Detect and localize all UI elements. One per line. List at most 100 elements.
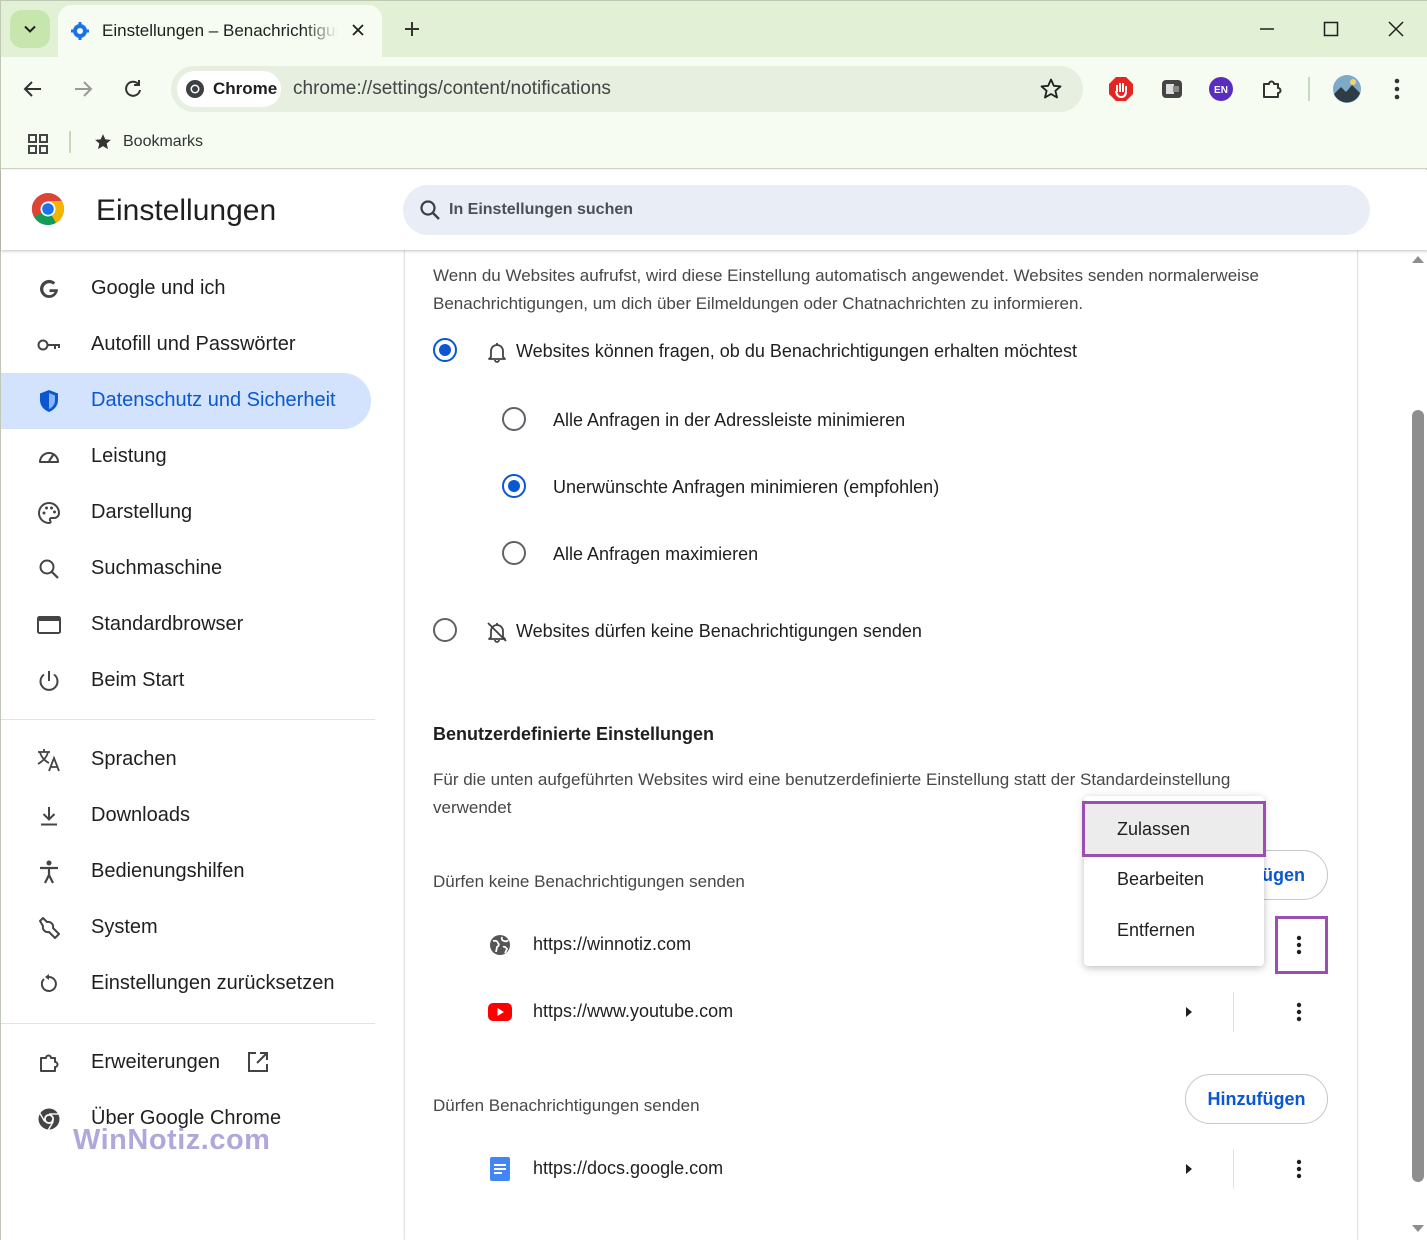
menu-item-edit[interactable]: Bearbeiten: [1084, 854, 1264, 904]
google-docs-icon: [488, 1157, 512, 1181]
scroll-up-arrow-icon[interactable]: [1412, 256, 1424, 263]
add-allowed-site-button[interactable]: Hinzufügen: [1185, 1074, 1328, 1124]
sidebar-item-privacy[interactable]: Datenschutz und Sicherheit: [1, 373, 371, 429]
option-quiet-all-label: Alle Anfragen in der Adressleiste minimi…: [553, 410, 906, 430]
settings-page: Google und ich Autofill und Passwörter D…: [1, 250, 1427, 1240]
url-text[interactable]: chrome://settings/content/notifications: [293, 78, 611, 100]
allowed-site-row[interactable]: https://docs.google.com: [405, 1139, 1357, 1199]
bookmarks-folder[interactable]: Bookmarks: [93, 131, 203, 153]
shield-icon: [36, 388, 62, 414]
sidebar-item-accessibility[interactable]: Bedienungshilfen: [1, 844, 371, 900]
sidebar-item-google[interactable]: Google und ich: [1, 261, 371, 317]
blocked-heading: Dürfen keine Benachrichtigungen senden: [433, 872, 745, 891]
row-separator: [1233, 1149, 1234, 1189]
more-actions-icon[interactable]: [1283, 929, 1315, 961]
sidebar-item-on-startup[interactable]: Beim Start: [1, 653, 371, 709]
menu-item-allow[interactable]: Zulassen: [1084, 804, 1264, 854]
accessibility-icon: [36, 859, 62, 885]
site-context-menu: Zulassen Bearbeiten Entfernen: [1084, 796, 1264, 966]
chevron-down-icon: [24, 25, 36, 33]
sidebar-item-label: Standardbrowser: [91, 613, 244, 635]
sidebar-item-label: Google und ich: [91, 277, 226, 299]
intro-text: Wenn du Websites aufrufst, wird diese Ei…: [433, 266, 1259, 313]
sidebar-item-default-browser[interactable]: Standardbrowser: [1, 597, 371, 653]
bell-icon: [488, 343, 506, 363]
language-extension-icon[interactable]: EN: [1207, 75, 1235, 103]
chip-label: Chrome: [213, 79, 278, 98]
sidebar-item-label: System: [91, 916, 158, 938]
adblock-extension-icon[interactable]: [1107, 75, 1135, 103]
bookmarks-bar: Bookmarks: [1, 121, 1427, 169]
youtube-icon: [488, 1000, 512, 1024]
reset-icon: [36, 971, 62, 997]
maximize-icon[interactable]: [1311, 13, 1351, 45]
chrome-icon: [36, 1106, 62, 1132]
active-tab[interactable]: Einstellungen – Benachrichtigungen: [58, 5, 382, 57]
settings-gear-icon: [71, 22, 89, 40]
menu-item-remove[interactable]: Entfernen: [1084, 905, 1264, 955]
sidebar-item-search-engine[interactable]: Suchmaschine: [1, 541, 371, 597]
tab-search-button[interactable]: [10, 10, 50, 48]
star-filled-icon: [95, 134, 111, 150]
sidebar-item-extensions[interactable]: Erweiterungen: [1, 1035, 371, 1091]
close-tab-icon[interactable]: [348, 20, 368, 40]
back-arrow-icon[interactable]: [15, 71, 51, 107]
sidebar-item-performance[interactable]: Leistung: [1, 429, 371, 485]
search-icon: [36, 556, 62, 582]
radio-expand-all[interactable]: [502, 541, 526, 565]
address-bar[interactable]: Chrome chrome://settings/content/notific…: [171, 66, 1083, 112]
sidebar-item-languages[interactable]: Sprachen: [1, 732, 371, 788]
option-block-label: Websites dürfen keine Benachrichtigungen…: [516, 621, 922, 641]
sidebar-item-label: Suchmaschine: [91, 557, 223, 579]
sidebar-item-label: Datenschutz und Sicherheit: [91, 389, 336, 411]
sidebar-item-label: Erweiterungen: [91, 1051, 220, 1073]
extensions-puzzle-icon[interactable]: [1258, 75, 1286, 103]
profile-avatar[interactable]: [1331, 73, 1363, 105]
site-url: https://www.youtube.com: [533, 1001, 734, 1021]
sidebar-item-reset[interactable]: Einstellungen zurücksetzen: [1, 956, 371, 1012]
settings-search-box[interactable]: [403, 185, 1370, 235]
radio-quiet-all[interactable]: [502, 407, 526, 431]
site-url: https://docs.google.com: [533, 1158, 724, 1178]
external-link-icon: [248, 1052, 268, 1072]
more-actions-icon[interactable]: [1283, 1153, 1315, 1185]
new-tab-plus-icon[interactable]: [398, 15, 426, 43]
toolbar-separator: [1308, 77, 1310, 101]
arrow-right-icon[interactable]: [1181, 1003, 1197, 1021]
apps-grid-icon[interactable]: [27, 133, 49, 155]
puzzle-icon: [36, 1050, 62, 1076]
scroll-down-arrow-icon[interactable]: [1412, 1225, 1424, 1232]
reload-icon[interactable]: [115, 71, 151, 107]
chrome-logo-icon: [31, 193, 65, 226]
settings-search-input[interactable]: [449, 185, 1329, 235]
radio-block[interactable]: [433, 618, 457, 642]
sidebar-item-appearance[interactable]: Darstellung: [1, 485, 371, 541]
arrow-right-icon[interactable]: [1181, 1160, 1197, 1178]
bookmark-star-icon[interactable]: [1039, 77, 1063, 101]
blocked-site-row[interactable]: https://www.youtube.com: [405, 982, 1357, 1042]
palette-icon: [36, 500, 62, 526]
browser-window-icon: [36, 612, 62, 638]
sidebar-item-autofill[interactable]: Autofill und Passwörter: [1, 317, 371, 373]
scrollbar[interactable]: [1409, 250, 1427, 1240]
radio-ask[interactable]: [433, 338, 457, 362]
sidebar-item-label: Sprachen: [91, 748, 177, 770]
sidebar-item-system[interactable]: System: [1, 900, 371, 956]
more-actions-icon[interactable]: [1283, 996, 1315, 1028]
screenshot-extension-icon[interactable]: [1158, 75, 1186, 103]
option-quiet-unwanted-label: Unerwünschte Anfragen minimieren (empfoh…: [553, 477, 940, 497]
forward-arrow-icon[interactable]: [65, 71, 101, 107]
minimize-icon[interactable]: [1247, 13, 1287, 45]
watermark-text: WinNotiz.com: [73, 1124, 271, 1156]
option-ask-label: Websites können fragen, ob du Benachrich…: [516, 341, 1078, 361]
close-window-icon[interactable]: [1376, 13, 1416, 45]
tab-title: Einstellungen – Benachrichtigungen: [102, 21, 338, 40]
row-separator: [1233, 992, 1234, 1032]
sidebar-item-label: Autofill und Passwörter: [91, 333, 296, 355]
custom-settings-title: Benutzerdefinierte Einstellungen: [433, 724, 715, 744]
sidebar-item-downloads[interactable]: Downloads: [1, 788, 371, 844]
radio-quiet-unwanted[interactable]: [502, 474, 526, 498]
scrollbar-thumb[interactable]: [1412, 410, 1424, 1182]
site-info-chip[interactable]: Chrome: [177, 71, 281, 107]
more-vertical-icon[interactable]: [1383, 75, 1411, 103]
